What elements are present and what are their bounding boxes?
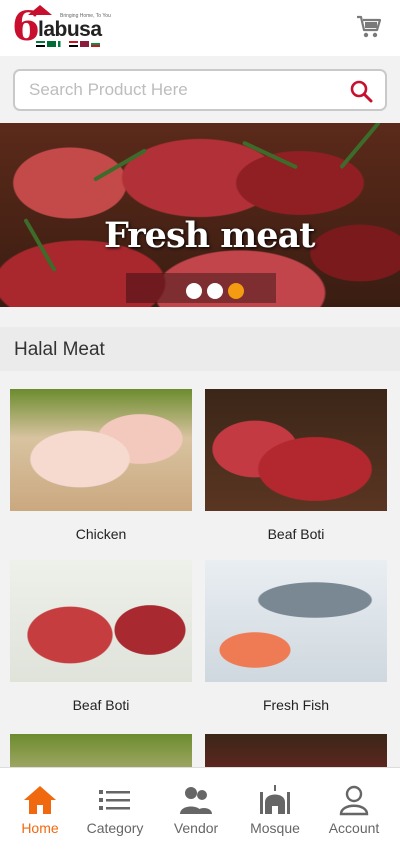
product-image[interactable] <box>10 389 192 511</box>
promo-banner[interactable]: Fresh meat <box>0 123 400 307</box>
nav-item-account[interactable]: Account <box>314 768 394 850</box>
product-image[interactable] <box>205 389 387 511</box>
product-name: Beaf Boti <box>72 697 130 713</box>
product-card[interactable]: Beaf Boti <box>205 389 387 542</box>
product-name: Chicken <box>75 526 127 542</box>
app-header: 6 Bringing Home, To You labusa <box>0 0 400 56</box>
section-header: Halal Meat <box>0 327 400 371</box>
carousel-dot-active[interactable] <box>228 283 244 299</box>
logo-word: labusa <box>38 18 102 41</box>
nav-item-vendor[interactable]: Vendor <box>156 768 236 850</box>
list-icon <box>99 790 130 810</box>
product-image[interactable] <box>205 560 387 682</box>
nav-label: Home <box>21 820 59 836</box>
product-card[interactable]: Fresh Fish <box>205 560 387 713</box>
herb-decoration <box>241 140 299 170</box>
bottom-navigation: Home Category Vendor Mosque Account <box>0 767 400 850</box>
home-icon <box>24 786 56 814</box>
brand-logo[interactable]: 6 Bringing Home, To You labusa <box>12 5 112 51</box>
nav-item-mosque[interactable]: Mosque <box>235 768 315 850</box>
cart-icon[interactable] <box>356 14 382 40</box>
carousel-dot[interactable] <box>207 283 223 299</box>
carousel-dot[interactable] <box>186 283 202 299</box>
nav-label: Account <box>328 820 380 836</box>
product-image[interactable] <box>10 560 192 682</box>
herb-decoration <box>339 123 381 170</box>
logo-flags <box>36 41 100 47</box>
banner-caption: Fresh meat <box>104 215 315 256</box>
nav-label: Category <box>86 820 144 836</box>
users-icon <box>180 787 212 814</box>
herb-decoration <box>93 148 147 182</box>
nav-item-home[interactable]: Home <box>0 768 80 850</box>
search-input[interactable] <box>29 78 329 102</box>
nav-item-category[interactable]: Category <box>75 768 155 850</box>
nav-label: Vendor <box>173 820 219 836</box>
mosque-icon <box>260 785 290 814</box>
product-name: Beaf Boti <box>267 526 325 542</box>
search-bar <box>13 69 387 111</box>
section-title: Halal Meat <box>14 339 105 360</box>
herb-decoration <box>23 218 57 272</box>
nav-label: Mosque <box>250 820 300 836</box>
search-icon[interactable] <box>349 79 373 103</box>
carousel-dots <box>186 283 244 299</box>
product-name: Fresh Fish <box>262 697 330 713</box>
user-icon <box>339 785 369 816</box>
product-card[interactable]: Beaf Boti <box>10 560 192 713</box>
product-card[interactable]: Chicken <box>10 389 192 542</box>
